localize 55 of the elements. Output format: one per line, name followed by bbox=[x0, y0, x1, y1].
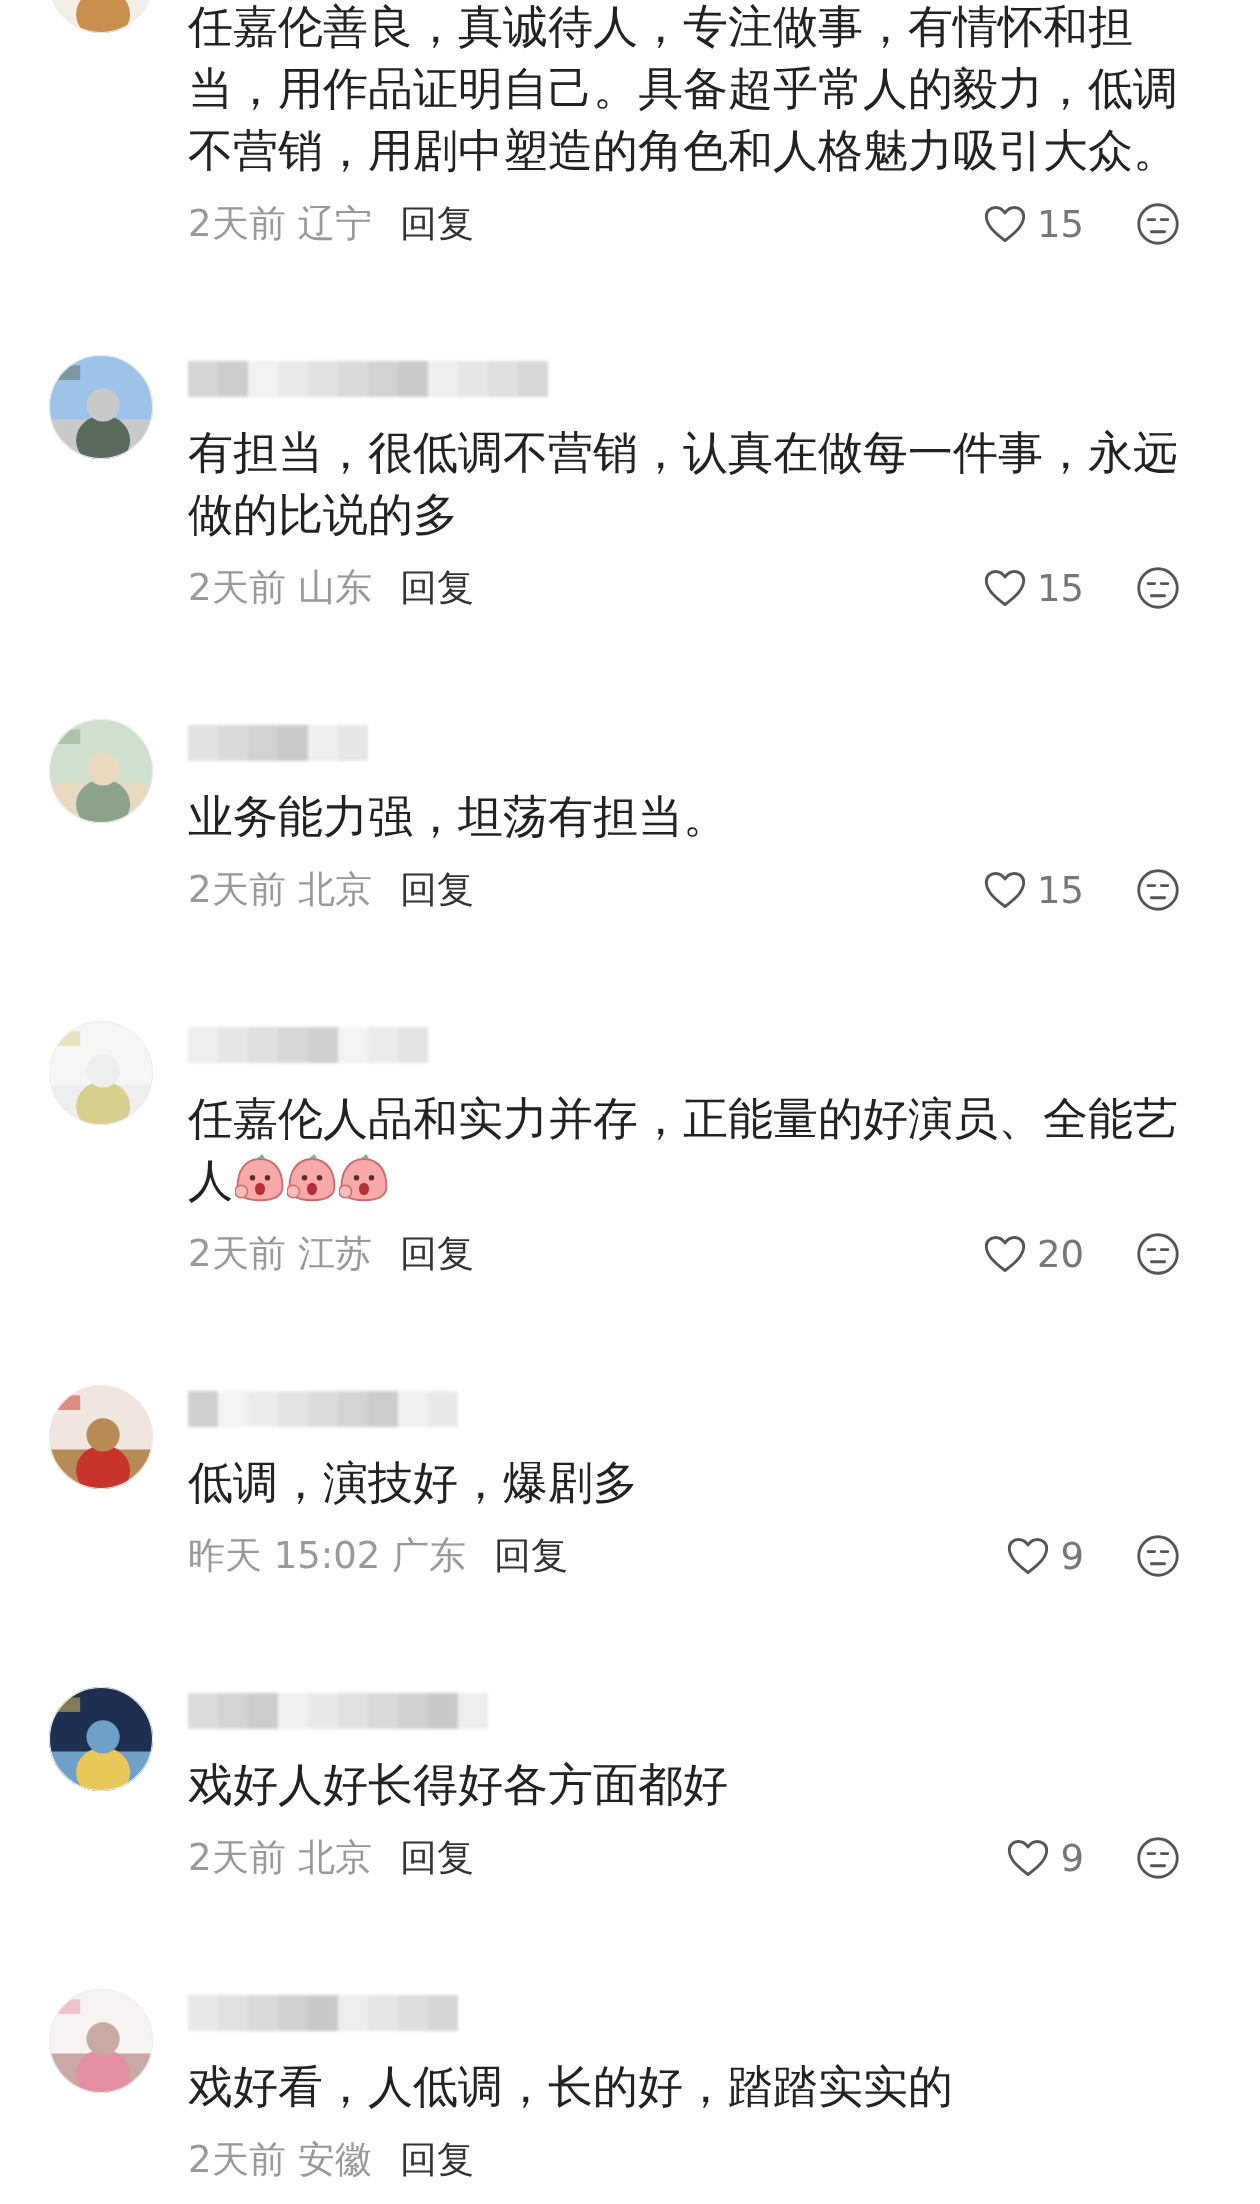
comment-text: 业务能力强，坦荡有担当。 bbox=[188, 789, 729, 845]
comment-location: 北京 bbox=[297, 1835, 372, 1881]
heart-icon bbox=[1006, 1536, 1051, 1576]
reply-button[interactable]: 回复 bbox=[399, 2135, 474, 2185]
like-count: 15 bbox=[1036, 868, 1084, 912]
reply-button[interactable]: 回复 bbox=[399, 563, 474, 613]
comment-text: 任嘉伦善良，真诚待人，专注做事，有情怀和担当，用作品证明自己。具备超乎常人的毅力，低调不营销，用剧中塑造的角色和人格魅力吸引大众。 bbox=[188, 0, 1179, 179]
comment-location: 山东 bbox=[297, 565, 372, 611]
like-count: 20 bbox=[1036, 1232, 1084, 1276]
emoji-reaction-icon[interactable] bbox=[1136, 1232, 1180, 1276]
heart-icon bbox=[1006, 1838, 1051, 1878]
like-button[interactable]: 20 bbox=[982, 1232, 1084, 1276]
comment-text: 任嘉伦人品和实力并存，正能量的好演员、全能艺人 bbox=[188, 1091, 1179, 1209]
like-count: 9 bbox=[1060, 1836, 1084, 1880]
comment-time: 2天前 bbox=[188, 201, 286, 247]
comment-location: 北京 bbox=[297, 867, 372, 913]
comment-time: 2天前 bbox=[188, 2137, 286, 2183]
like-button[interactable]: 15 bbox=[982, 202, 1084, 246]
comment-time: 2天前 bbox=[188, 565, 286, 611]
pig-emoji-icon bbox=[339, 1154, 389, 1204]
emoji-reaction-icon[interactable] bbox=[1136, 566, 1180, 610]
comment-time: 昨天 15:02 bbox=[188, 1533, 381, 1579]
emoji-reaction-icon[interactable] bbox=[1136, 1836, 1180, 1880]
pig-emoji-icon bbox=[287, 1154, 337, 1204]
comment-time: 2天前 bbox=[188, 867, 286, 913]
comment-location: 江苏 bbox=[297, 1231, 372, 1277]
like-button[interactable]: 9 bbox=[1006, 1836, 1084, 1880]
emoji-reaction-icon[interactable] bbox=[1136, 1534, 1180, 1578]
like-count: 15 bbox=[1036, 566, 1084, 610]
reply-button[interactable]: 回复 bbox=[494, 1531, 569, 1581]
heart-icon bbox=[982, 1234, 1027, 1274]
comment-location: 辽宁 bbox=[297, 201, 372, 247]
comment-text: 有担当，很低调不营销，认真在做每一件事，永远做的比说的多 bbox=[188, 425, 1179, 543]
comment-text: 戏好人好长得好各方面都好 bbox=[188, 1757, 729, 1813]
reply-button[interactable]: 回复 bbox=[399, 1229, 474, 1279]
comment-location: 安徽 bbox=[297, 2137, 372, 2183]
emoji-reaction-icon[interactable] bbox=[1136, 202, 1180, 246]
like-count: 15 bbox=[1036, 202, 1084, 246]
comment-time: 2天前 bbox=[188, 1835, 286, 1881]
comment-time: 2天前 bbox=[188, 1231, 286, 1277]
like-button[interactable]: 15 bbox=[982, 566, 1084, 610]
comment-text: 戏好看，人低调，长的好，踏踏实实的 bbox=[188, 2059, 954, 2115]
reply-button[interactable]: 回复 bbox=[399, 865, 474, 915]
pig-emoji-icon bbox=[235, 1154, 285, 1204]
emoji-reaction-icon[interactable] bbox=[1136, 868, 1180, 912]
like-button[interactable]: 9 bbox=[1006, 1534, 1084, 1578]
comment-location: 广东 bbox=[392, 1533, 467, 1579]
reply-button[interactable]: 回复 bbox=[399, 1833, 474, 1883]
heart-icon bbox=[982, 568, 1027, 608]
like-button[interactable]: 15 bbox=[982, 868, 1084, 912]
like-count: 9 bbox=[1060, 1534, 1084, 1578]
heart-icon bbox=[982, 204, 1027, 244]
heart-icon bbox=[982, 870, 1027, 910]
comment-text: 低调，演技好，爆剧多 bbox=[188, 1455, 639, 1511]
reply-button[interactable]: 回复 bbox=[399, 199, 474, 249]
